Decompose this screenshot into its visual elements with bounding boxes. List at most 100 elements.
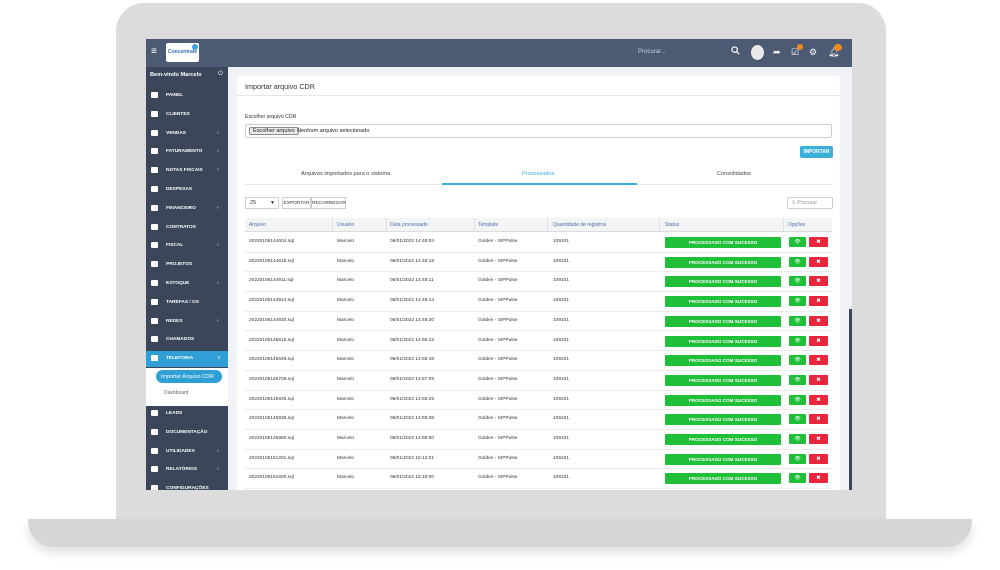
- eye-icon[interactable]: 👁︎: [789, 256, 806, 267]
- delete-icon[interactable]: ✖: [809, 394, 828, 405]
- col-user[interactable]: Usuário: [337, 222, 354, 228]
- status-badge: PROCESSADO COM SUCESSO: [665, 473, 781, 485]
- menu-icon[interactable]: ≡: [151, 46, 157, 57]
- eye-icon[interactable]: 👁︎: [789, 276, 806, 287]
- delete-icon[interactable]: ✖: [809, 296, 828, 307]
- eye-icon[interactable]: 👁︎: [789, 374, 806, 385]
- divider: [237, 95, 840, 96]
- table-row: 20220106161600.sql Marcelo 06/01/2022 16:1…: [245, 469, 832, 490]
- sidebar-item-leads[interactable]: LEADS: [146, 406, 228, 422]
- submenu-item-dashboard[interactable]: Dashboard: [164, 390, 188, 396]
- col-file[interactable]: Arquivo: [249, 222, 266, 228]
- delete-icon[interactable]: ✖: [809, 414, 828, 425]
- import-button[interactable]: IMPORTAR: [800, 146, 833, 158]
- tab-imported[interactable]: Arquivos importados para o sistema: [301, 171, 390, 177]
- eye-icon[interactable]: 👁︎: [789, 296, 806, 307]
- sidebar-item-configura-es[interactable]: CONFIGURAÇÕES: [146, 481, 228, 490]
- eye-icon[interactable]: 👁︎: [789, 335, 806, 346]
- sidebar-item-financeiro[interactable]: FINANCEIRO ‹: [146, 201, 228, 217]
- sidebar-item-tarefas-os[interactable]: TAREFAS / OS: [146, 295, 228, 311]
- eye-icon[interactable]: 👁︎: [789, 414, 806, 425]
- chevron-left-icon: ‹: [217, 148, 219, 155]
- laptop-base: [28, 519, 972, 547]
- sidebar-item-fiscal[interactable]: FISCAL ‹: [146, 238, 228, 254]
- sidebar-item-contratos[interactable]: CONTRATOS: [146, 220, 228, 236]
- eye-icon[interactable]: 👁︎: [789, 434, 806, 444]
- reload-button[interactable]: RECARREGAR: [311, 197, 346, 209]
- delete-icon[interactable]: ✖: [809, 473, 828, 484]
- sidebar-item-documenta-o[interactable]: DOCUMENTAÇÃO: [146, 425, 228, 441]
- eye-icon[interactable]: 👁︎: [789, 473, 806, 484]
- cell-file: 20220106145709.sql: [249, 376, 294, 382]
- file-icon: [151, 186, 158, 192]
- sidebar-item-label: FINANCEIRO: [166, 205, 196, 211]
- status-badge: PROCESSADO COM SUCESSO: [665, 374, 781, 386]
- cell-date: 06/01/2022 14:56:48: [390, 357, 435, 363]
- delete-icon[interactable]: ✖: [809, 237, 828, 247]
- table-row: 20220106145648.sql Marcelo 06/01/2022 14:5…: [245, 351, 832, 371]
- share-icon[interactable]: ➦: [773, 46, 781, 58]
- status-badge: PROCESSADO COM SUCESSO: [665, 355, 781, 367]
- delete-icon[interactable]: ✖: [809, 434, 828, 444]
- sidebar-item-utilidades[interactable]: UTILIDADES ‹: [146, 444, 228, 460]
- delete-icon[interactable]: ✖: [809, 335, 828, 346]
- eye-icon[interactable]: 👁︎: [789, 237, 806, 247]
- col-date[interactable]: Data processado: [390, 222, 428, 228]
- search-input[interactable]: Procurar...: [638, 49, 666, 55]
- sidebar-item-redes[interactable]: REDES ‹: [146, 314, 228, 330]
- filter-input[interactable]: ⚲ Procurar: [787, 197, 833, 209]
- cell-template: Golden - SIPPulse: [478, 416, 518, 422]
- cell-template: Golden - SIPPulse: [478, 278, 518, 284]
- logo[interactable]: Concentrate: [166, 43, 199, 62]
- delete-icon[interactable]: ✖: [809, 453, 828, 464]
- sidebar-item-label: TAREFAS / OS: [166, 299, 199, 305]
- file-input[interactable]: Escolher arquivo Nenhum arquivo selecion…: [245, 124, 832, 138]
- chevron-left-icon: ‹: [217, 167, 219, 174]
- eye-icon[interactable]: 👁︎: [789, 453, 806, 464]
- tab-consolidated[interactable]: Consolidados: [717, 171, 751, 177]
- col-separator: [783, 218, 784, 232]
- sidebar-item-projetos[interactable]: PROJETOS: [146, 257, 228, 273]
- cell-date: 06/01/2022 14:59:25: [390, 396, 435, 402]
- avatar[interactable]: [751, 45, 764, 60]
- sidebar-item-label: RELATÓRIOS: [166, 467, 198, 473]
- dashboard-icon: [151, 92, 158, 98]
- sidebar-item-notas-fiscais[interactable]: NOTAS FISCAIS ‹: [146, 163, 228, 179]
- sidebar-item-faturamento[interactable]: FATURAMENTO ‹: [146, 144, 228, 160]
- submenu-item-import-cdr[interactable]: Importar Arquivo CDR: [156, 370, 222, 383]
- sidebar-item-relat-rios[interactable]: RELATÓRIOS ‹: [146, 462, 228, 478]
- folder-icon: [151, 428, 158, 435]
- eye-icon[interactable]: 👁︎: [789, 315, 806, 326]
- delete-icon[interactable]: ✖: [809, 374, 828, 385]
- gear-icon: [151, 485, 158, 490]
- cell-date: 06/01/2022 14:59:50: [390, 436, 435, 441]
- sidebar-item-painel[interactable]: PAINEL: [146, 88, 228, 104]
- sidebar-item-chamados[interactable]: CHAMADOS: [146, 332, 228, 348]
- eye-icon[interactable]: 👁︎: [789, 394, 806, 405]
- sidebar-item-estoque[interactable]: ESTOQUE ‹: [146, 276, 228, 292]
- sidebar-item-label: ESTOQUE: [166, 281, 190, 286]
- page-length-select[interactable]: 25 ▼: [245, 197, 279, 209]
- search-icon[interactable]: [731, 46, 740, 58]
- export-button[interactable]: EXPORTAR: [282, 197, 311, 209]
- gear-icon[interactable]: ⚙: [809, 46, 817, 58]
- tab-processed[interactable]: Processados: [522, 171, 554, 177]
- power-icon[interactable]: ⏻: [218, 71, 223, 78]
- status-badge: PROCESSADO COM SUCESSO: [665, 237, 781, 248]
- sidebar-item-clientes[interactable]: CLIENTES: [146, 107, 228, 123]
- delete-icon[interactable]: ✖: [809, 276, 828, 287]
- choose-file-button[interactable]: Escolher arquivo: [249, 127, 299, 135]
- eye-icon[interactable]: 👁︎: [789, 355, 806, 366]
- scrollbar[interactable]: [849, 309, 852, 490]
- delete-icon[interactable]: ✖: [809, 256, 828, 267]
- col-template[interactable]: Template: [478, 222, 498, 228]
- sidebar-item-telefonia[interactable]: TELEFONIA ∨: [146, 351, 228, 368]
- sidebar-item-vendas[interactable]: VENDAS ‹: [146, 126, 228, 142]
- sidebar-item-despesas[interactable]: DESPESAS: [146, 182, 228, 198]
- col-count[interactable]: Quantidade de registros: [553, 222, 606, 228]
- col-status[interactable]: Status: [665, 222, 679, 228]
- delete-icon[interactable]: ✖: [809, 355, 828, 366]
- cell-user: Marcelo: [337, 317, 355, 323]
- delete-icon[interactable]: ✖: [809, 315, 828, 326]
- tools-icon: [151, 447, 158, 454]
